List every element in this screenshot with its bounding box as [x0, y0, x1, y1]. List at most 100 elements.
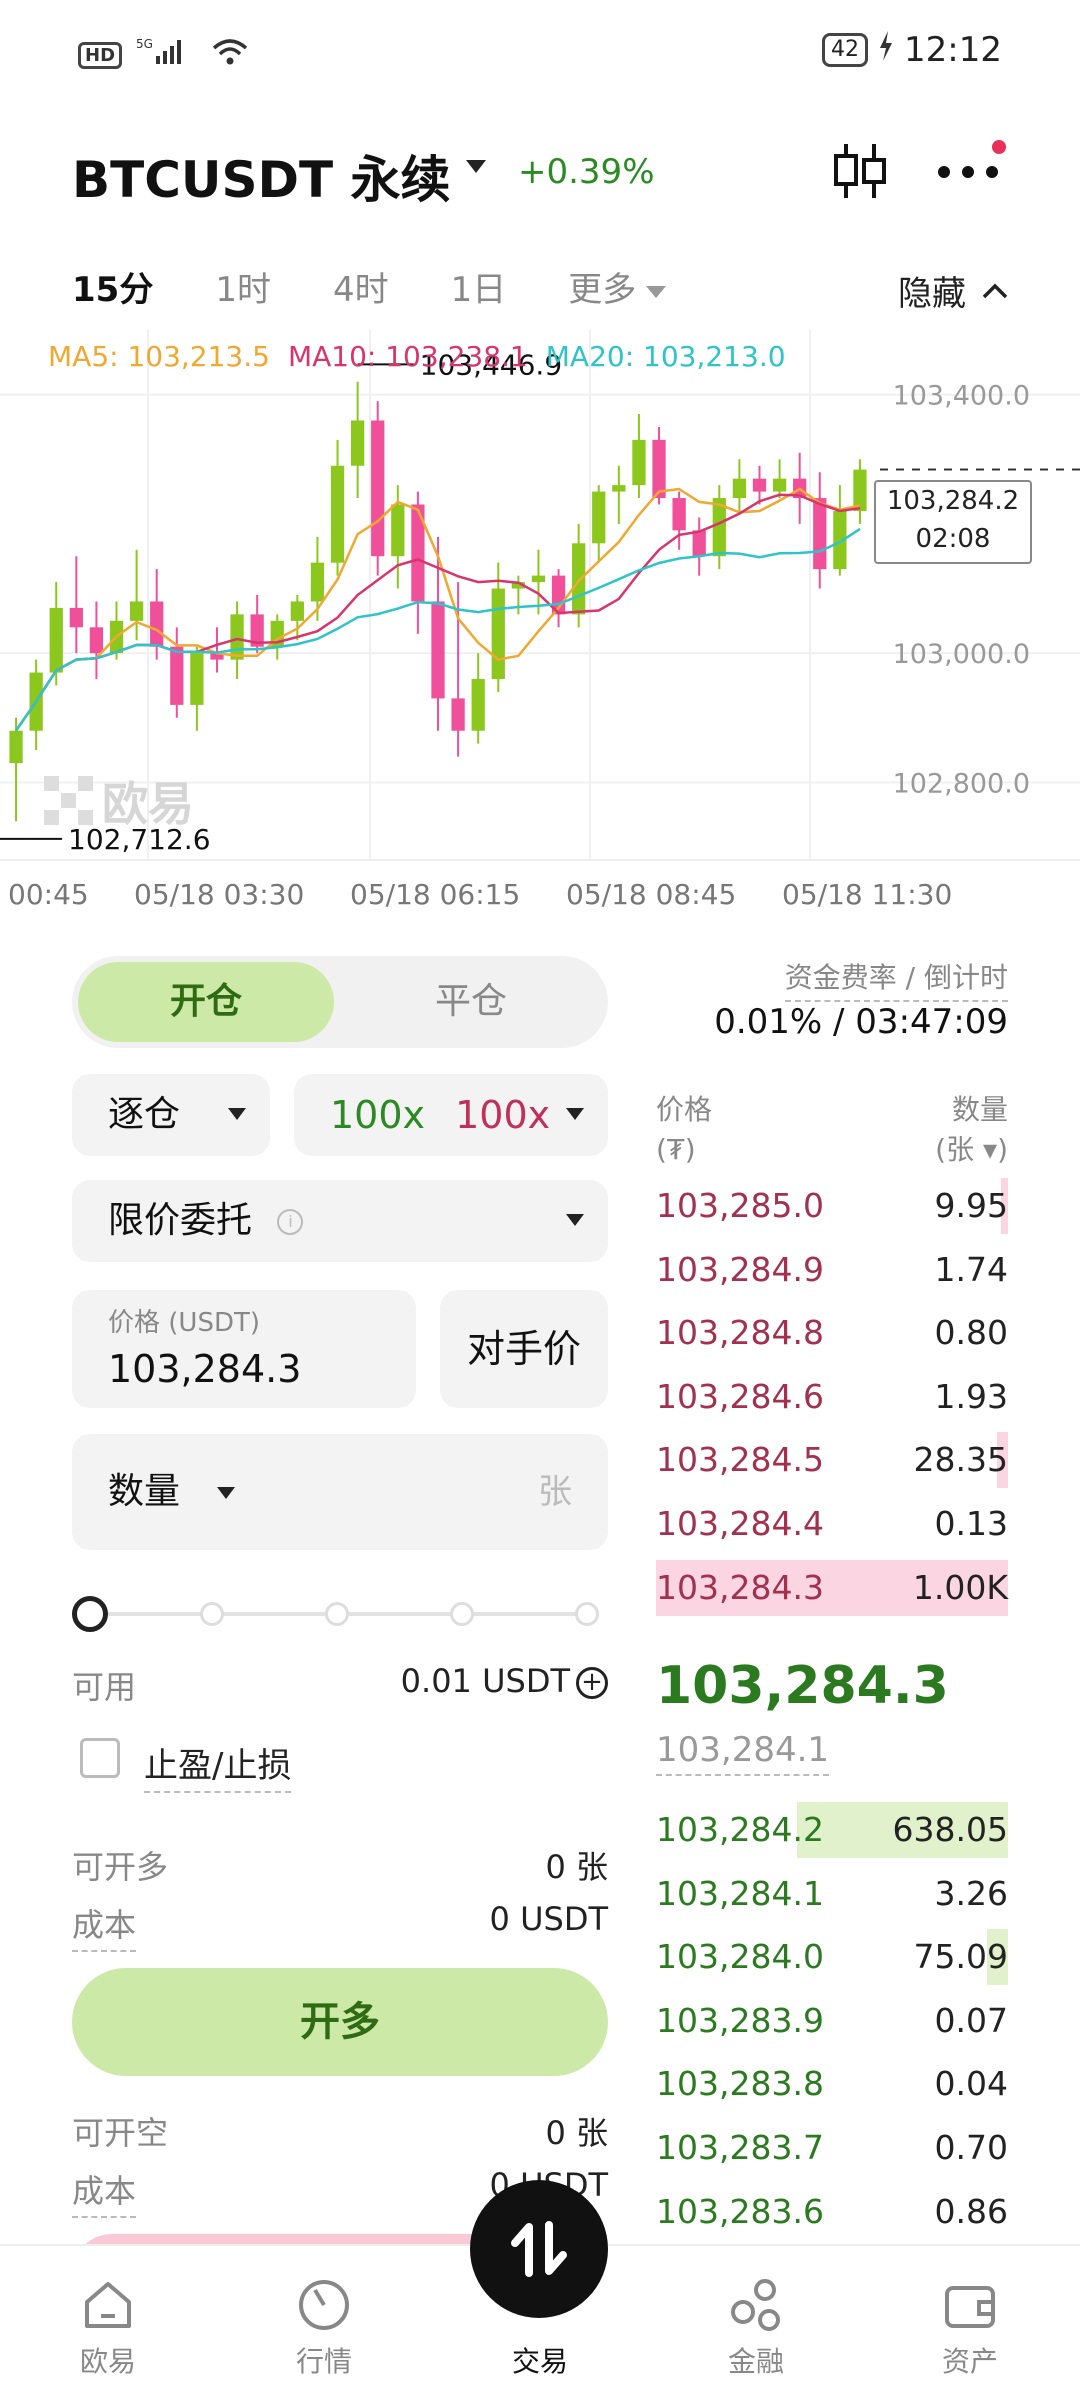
quantity-slider[interactable] [72, 1596, 608, 1632]
bid-row[interactable]: 103,283.7 0.70 [656, 2120, 1008, 2176]
ask-row[interactable]: 103,284.4 0.13 [656, 1496, 1008, 1552]
candle-countdown: 02:08 [915, 524, 991, 554]
slider-step[interactable] [575, 1602, 599, 1626]
tab-1d[interactable]: 1日 [451, 262, 507, 311]
candlestick-chart-icon[interactable] [830, 140, 890, 202]
price-input[interactable]: 价格 (USDT) 103,284.3 [72, 1290, 416, 1408]
order-type-label: 限价委托 [108, 1200, 253, 1241]
row-qty: 638.05 [892, 1810, 1008, 1849]
row-qty: 0.07 [934, 2000, 1008, 2040]
candle-up [9, 730, 23, 764]
slider-step[interactable] [450, 1602, 474, 1626]
cost-value: 0 USDT [489, 1900, 608, 1938]
info-icon[interactable]: i [277, 1209, 304, 1235]
candle-down [371, 420, 385, 557]
funding-rate-label[interactable]: 资金费率 / 倒计时 [784, 956, 1008, 1002]
network-type: 5G [136, 37, 153, 51]
row-price: 103,284.2 [656, 1810, 824, 1849]
hide-chart-button[interactable]: 隐藏 [898, 266, 1010, 315]
price-chart[interactable]: 103,400.0103,000.0102,800.0103,446.9102,… [0, 330, 1080, 930]
bid-row[interactable]: 103,284.1 3.26 [656, 1866, 1008, 1922]
leverage-select[interactable]: 100x 100x [294, 1074, 608, 1156]
candle-up [491, 588, 505, 680]
row-price: 103,284.9 [656, 1249, 824, 1289]
candle-up [190, 653, 204, 705]
home-icon [85, 2282, 131, 2328]
candle-up [592, 491, 606, 544]
ma-legend: MA5: 103,213.5 MA10: 103,238.1 MA20: 103… [48, 340, 786, 373]
current-price-tag-value: 103,284.2 [886, 486, 1020, 516]
open-long-button[interactable]: 开多 [72, 1968, 608, 2076]
candle-up [632, 439, 646, 486]
qty-unit-select[interactable]: (张 ▾) [935, 1130, 1008, 1170]
ask-row[interactable]: 103,284.6 1.93 [656, 1369, 1008, 1425]
nav-finance[interactable]: 金融 [686, 2270, 826, 2380]
tab-more[interactable]: 更多 [568, 262, 667, 311]
tab-close-position[interactable]: 平仓 [340, 962, 602, 1042]
qty-header: 数量 [951, 1093, 1008, 1126]
nav-markets[interactable]: 行情 [254, 2270, 394, 2380]
margin-mode-select[interactable]: 逐仓 [72, 1074, 270, 1156]
can-open-long-value: 0 张 [545, 1848, 608, 1886]
last-price: 103,284.3 [656, 1656, 949, 1716]
row-qty: 1.74 [934, 1249, 1008, 1289]
tab-open-position[interactable]: 开仓 [78, 962, 334, 1042]
more-options-icon[interactable] [934, 150, 1004, 194]
leverage-short: 100x [455, 1093, 551, 1137]
candle-up [732, 478, 747, 499]
status-right: 42 12:12 [822, 30, 1002, 70]
instrument-dropdown-icon[interactable] [466, 160, 486, 173]
row-qty: 0.13 [934, 1504, 1008, 1543]
bid-row[interactable]: 103,284.2 638.05 [656, 1802, 1008, 1858]
bid-row[interactable]: 103,283.6 0.86 [656, 2184, 1008, 2240]
watermark: 欧易 [44, 768, 194, 834]
slider-handle[interactable] [72, 1596, 108, 1632]
tpsl-checkbox[interactable] [80, 1738, 120, 1778]
okx-logo-icon [44, 776, 93, 825]
row-qty: 0.80 [934, 1313, 1008, 1353]
orderbook-qty-header[interactable]: 数量 (张 ▾) [935, 1090, 1008, 1170]
plus-circle-icon[interactable]: + [576, 1667, 608, 1699]
price-input-label: 价格 (USDT) [108, 1308, 260, 1338]
price-header: 价格 [656, 1093, 713, 1126]
ask-row[interactable]: 103,284.3 1.00K [656, 1559, 1008, 1616]
tab-4h[interactable]: 4时 [333, 262, 389, 311]
price-input-value[interactable]: 103,284.3 [108, 1347, 380, 1391]
clock: 12:12 [904, 30, 1002, 70]
slider-step[interactable] [200, 1602, 224, 1626]
available-value: 0.01 USDT [400, 1662, 570, 1700]
counterparty-price-button[interactable]: 对手价 [440, 1290, 608, 1408]
order-type-select[interactable]: 限价委托 i [72, 1180, 608, 1262]
tpsl-label[interactable]: 止盈/止损 [144, 1738, 292, 1793]
tab-1h[interactable]: 1时 [215, 262, 271, 311]
hide-label: 隐藏 [898, 274, 966, 314]
bid-row[interactable]: 103,283.8 0.04 [656, 2056, 1008, 2112]
ask-row[interactable]: 103,285.0 9.95 [656, 1178, 1008, 1234]
tab-15m[interactable]: 15分 [72, 262, 153, 311]
notification-dot [992, 140, 1006, 154]
row-price: 103,284.6 [656, 1376, 824, 1416]
chevron-down-icon[interactable] [217, 1487, 236, 1499]
nav-assets[interactable]: 资产 [900, 2270, 1040, 2380]
ma10-value: MA10: 103,238.1 [287, 340, 528, 373]
ask-row[interactable]: 103,284.5 28.35 [656, 1432, 1008, 1489]
nav-home-label: 欧易 [79, 2345, 136, 2378]
candle-up [290, 601, 304, 621]
row-qty: 0.86 [934, 2191, 1008, 2231]
candle-up [853, 469, 867, 511]
row-qty: 1.93 [934, 1376, 1008, 1416]
status-left: HD 5G [78, 36, 250, 74]
instrument-title[interactable]: BTCUSDT 永续 [72, 140, 451, 212]
nav-home[interactable]: 欧易 [38, 2270, 178, 2380]
row-price: 103,283.7 [656, 2128, 824, 2167]
can-open-short-label: 可开空 [72, 2114, 169, 2152]
mark-price[interactable]: 103,284.1 [656, 1730, 830, 1776]
ask-row[interactable]: 103,284.9 1.74 [656, 1242, 1008, 1298]
bid-row[interactable]: 103,284.0 75.09 [656, 1929, 1008, 1986]
orderbook-price-header: 价格 (₮) [656, 1090, 712, 1170]
slider-step[interactable] [325, 1602, 349, 1626]
ask-row[interactable]: 103,284.8 0.80 [656, 1305, 1008, 1361]
quantity-input[interactable]: 数量 张 [72, 1434, 608, 1550]
nav-trade[interactable]: 交易 [470, 2270, 610, 2380]
bid-row[interactable]: 103,283.9 0.07 [656, 1993, 1008, 2049]
